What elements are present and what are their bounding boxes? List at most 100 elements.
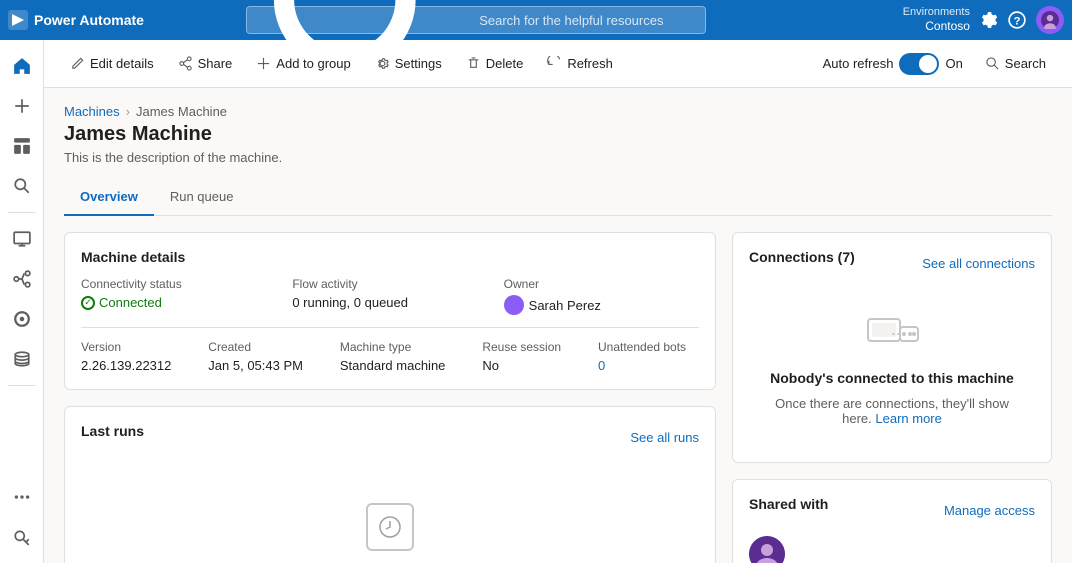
machine-type-group: Machine type Standard machine [340, 340, 458, 373]
owner-avatar [504, 295, 524, 315]
manage-access-link[interactable]: Manage access [944, 503, 1035, 518]
connections-icon [864, 309, 920, 360]
page-content: Machines › James Machine James Machine T… [44, 88, 1072, 563]
owner-value: Sarah Perez [504, 295, 699, 315]
search-button[interactable]: Search [975, 50, 1056, 77]
settings-icon[interactable] [980, 11, 998, 29]
sidebar-item-data[interactable] [4, 341, 40, 377]
history-icon [378, 515, 402, 539]
page-tabs: Overview Run queue [64, 181, 1052, 216]
edit-details-button[interactable]: Edit details [60, 50, 164, 77]
breadcrumb-separator: › [126, 104, 130, 119]
environment-name: Contoso [903, 19, 970, 35]
connections-empty-state: Nobody's connected to this machine Once … [749, 289, 1035, 446]
sidebar-item-templates[interactable] [4, 128, 40, 164]
sidebar-divider [8, 212, 36, 213]
page-title: James Machine [64, 123, 1052, 146]
svg-text:?: ? [1014, 15, 1021, 27]
auto-refresh-state: On [945, 56, 962, 71]
search-label: Search [1005, 56, 1046, 71]
see-all-runs-link[interactable]: See all runs [630, 430, 699, 445]
breadcrumb: Machines › James Machine [64, 104, 1052, 119]
reuse-session-label: Reuse session [482, 340, 574, 354]
empty-runs-icon [366, 503, 414, 551]
machine-details-title: Machine details [81, 249, 699, 265]
edit-details-label: Edit details [90, 56, 154, 71]
auto-refresh-toggle[interactable] [899, 53, 939, 75]
app-logo: Power Automate [8, 10, 144, 30]
environment-label: Environments [903, 5, 970, 19]
shared-avatar-image [749, 536, 785, 563]
version-label: Version [81, 340, 184, 354]
see-all-connections-link[interactable]: See all connections [922, 256, 1035, 271]
top-navigation: Power Automate Environments Contoso ? [0, 0, 1072, 40]
last-runs-header: Last runs See all runs [81, 423, 699, 451]
shared-with-title: Shared with [749, 496, 828, 512]
flow-activity-value: 0 running, 0 queued [292, 295, 487, 310]
created-label: Created [208, 340, 316, 354]
settings-button[interactable]: Settings [365, 50, 452, 77]
connections-title: Connections (7) [749, 249, 855, 265]
connectivity-group: Connectivity status Connected [81, 277, 276, 315]
machine-type-label: Machine type [340, 340, 458, 354]
owner-name: Sarah Perez [529, 298, 601, 313]
global-search-input[interactable] [479, 13, 695, 28]
reuse-session-group: Reuse session No [482, 340, 574, 373]
sidebar-item-add[interactable] [4, 88, 40, 124]
share-button[interactable]: Share [168, 50, 243, 77]
connectivity-label: Connectivity status [81, 277, 276, 291]
settings-label: Settings [395, 56, 442, 71]
connections-empty-title: Nobody's connected to this machine [770, 370, 1014, 386]
sidebar-item-key[interactable] [4, 519, 40, 555]
auto-refresh-label: Auto refresh [823, 56, 894, 71]
sidebar-item-process[interactable] [4, 261, 40, 297]
shared-user-avatar [749, 536, 785, 563]
help-icon[interactable]: ? [1008, 11, 1026, 29]
search-icon [985, 56, 1000, 71]
refresh-label: Refresh [567, 56, 613, 71]
tab-run-queue[interactable]: Run queue [154, 181, 250, 216]
last-runs-card: Last runs See all runs No desktop flows … [64, 406, 716, 563]
connectivity-value: Connected [81, 295, 276, 310]
sidebar-item-more[interactable] [4, 479, 40, 515]
toggle-knob [919, 55, 937, 73]
toolbar: Edit details Share Add to group Settings… [44, 40, 1072, 88]
share-icon [178, 56, 193, 71]
sidebar-item-search[interactable] [4, 168, 40, 204]
breadcrumb-parent[interactable]: Machines [64, 104, 120, 119]
shared-with-card: Shared with Manage access [732, 479, 1052, 563]
top-nav-right: Environments Contoso ? [903, 5, 1064, 35]
reuse-session-value: No [482, 358, 574, 373]
last-runs-title: Last runs [81, 423, 144, 439]
unattended-bots-group: Unattended bots 0 [598, 340, 699, 373]
connections-empty-desc: Once there are connections, they'll show… [769, 396, 1015, 426]
sidebar-item-ai[interactable] [4, 301, 40, 337]
unattended-bots-value: 0 [598, 358, 699, 373]
shared-with-header: Shared with Manage access [749, 496, 1035, 524]
connections-header: Connections (7) See all connections [749, 249, 1035, 277]
auto-refresh-group: Auto refresh On [823, 53, 963, 75]
machine-details-card: Machine details Connectivity status Conn… [64, 232, 716, 390]
sidebar-item-monitor[interactable] [4, 221, 40, 257]
delete-button[interactable]: Delete [456, 50, 534, 77]
share-label: Share [198, 56, 233, 71]
sidebar-item-home[interactable] [4, 48, 40, 84]
sidebar-divider-2 [8, 385, 36, 386]
edit-icon [70, 56, 85, 71]
connections-learn-more-link[interactable]: Learn more [875, 411, 941, 426]
app-name: Power Automate [34, 12, 144, 28]
created-value: Jan 5, 05:43 PM [208, 358, 316, 373]
connectivity-status: Connected [99, 295, 162, 310]
global-search-bar[interactable] [246, 6, 706, 34]
connections-card: Connections (7) See all connections [732, 232, 1052, 463]
tab-overview[interactable]: Overview [64, 181, 154, 216]
owner-label: Owner [504, 277, 699, 291]
environment-info: Environments Contoso [903, 5, 970, 35]
user-avatar[interactable] [1036, 6, 1064, 34]
add-to-group-button[interactable]: Add to group [246, 50, 360, 77]
delete-icon [466, 56, 481, 71]
refresh-button[interactable]: Refresh [537, 50, 623, 77]
add-icon [256, 56, 271, 71]
created-group: Created Jan 5, 05:43 PM [208, 340, 316, 373]
unattended-bots-link[interactable]: 0 [598, 358, 605, 373]
